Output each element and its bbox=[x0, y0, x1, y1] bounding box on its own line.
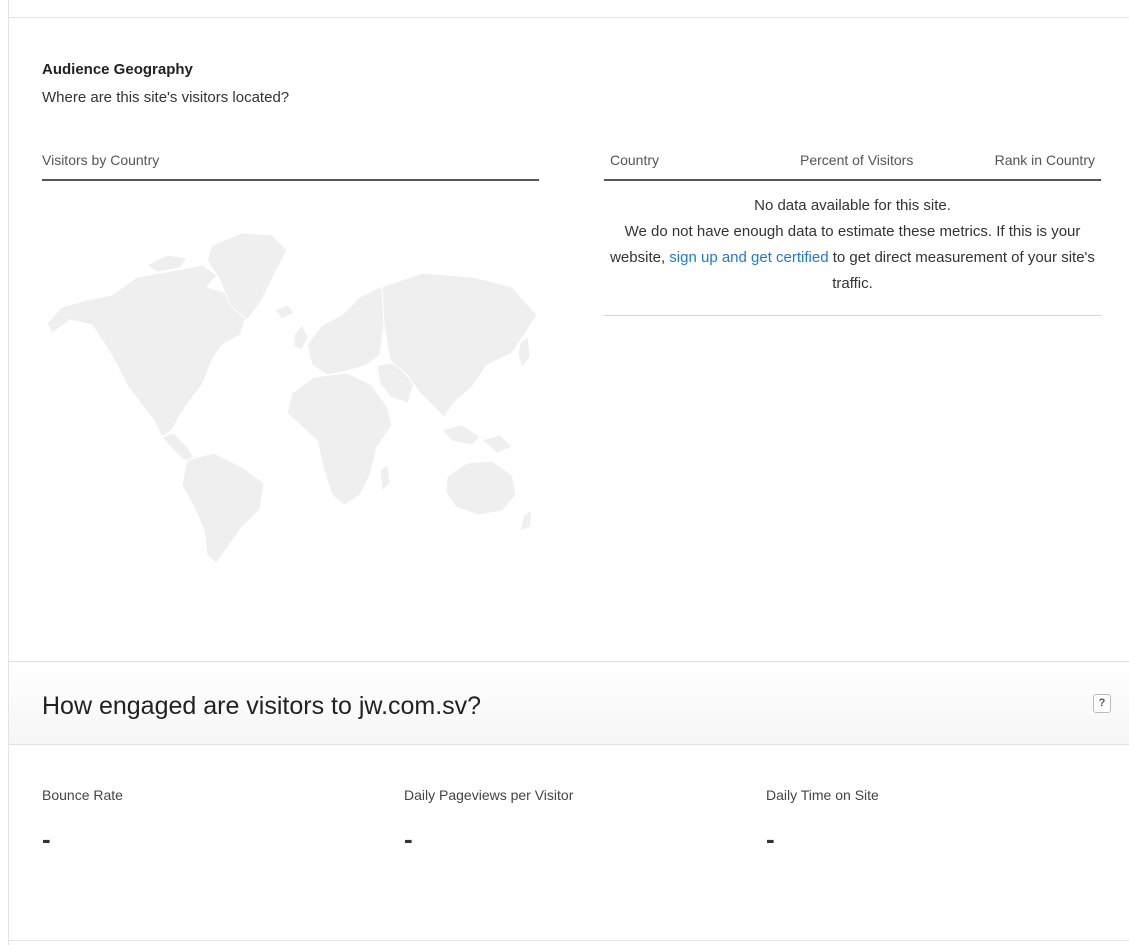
left-border bbox=[8, 0, 9, 945]
map-region bbox=[181, 452, 265, 564]
metric-value: - bbox=[42, 824, 51, 854]
column-header-rank[interactable]: Rank in Country bbox=[995, 152, 1095, 168]
certify-link[interactable]: sign up and get certified bbox=[669, 249, 828, 266]
metric-value: - bbox=[404, 824, 413, 854]
map-region bbox=[441, 424, 481, 446]
metric-time-on-site: Daily Time on Site - bbox=[766, 787, 879, 854]
table-header-rule bbox=[604, 179, 1101, 181]
section-subtitle: Where are this site's visitors located? bbox=[42, 89, 290, 106]
map-header: Visitors by Country bbox=[42, 152, 160, 168]
top-divider bbox=[8, 17, 1129, 18]
map-region bbox=[161, 432, 195, 462]
map-header-rule bbox=[42, 179, 539, 181]
metric-label: Daily Time on Site bbox=[766, 787, 879, 803]
metric-value: - bbox=[766, 824, 775, 854]
metric-label: Daily Pageviews per Visitor bbox=[404, 787, 574, 803]
map-region bbox=[306, 286, 393, 376]
map-region bbox=[46, 264, 248, 438]
help-button[interactable]: ? bbox=[1093, 694, 1111, 713]
map-region bbox=[519, 509, 533, 532]
map-region bbox=[293, 324, 309, 350]
map-region bbox=[480, 434, 513, 454]
no-data-message: No data available for this site. We do n… bbox=[604, 193, 1101, 297]
world-map-icon bbox=[46, 232, 538, 564]
table-bottom-rule bbox=[604, 315, 1101, 316]
column-header-country[interactable]: Country bbox=[610, 152, 659, 168]
no-data-suffix: to get direct measurement of your site's… bbox=[828, 249, 1095, 292]
column-header-percent[interactable]: Percent of Visitors bbox=[800, 152, 913, 168]
map-region bbox=[379, 464, 391, 493]
metric-label: Bounce Rate bbox=[42, 787, 123, 803]
metric-pageviews-per-visitor: Daily Pageviews per Visitor - bbox=[404, 787, 574, 854]
engagement-header: How engaged are visitors to jw.com.sv? ? bbox=[9, 661, 1129, 745]
bottom-divider bbox=[8, 940, 1129, 941]
map-region bbox=[274, 304, 295, 320]
engagement-title: How engaged are visitors to jw.com.sv? bbox=[42, 692, 482, 720]
map-region bbox=[286, 372, 393, 506]
metric-bounce-rate: Bounce Rate - bbox=[42, 787, 123, 854]
map-region bbox=[445, 460, 517, 516]
world-map bbox=[42, 225, 539, 565]
no-data-title: No data available for this site. bbox=[754, 197, 951, 214]
section-title: Audience Geography bbox=[42, 61, 193, 78]
